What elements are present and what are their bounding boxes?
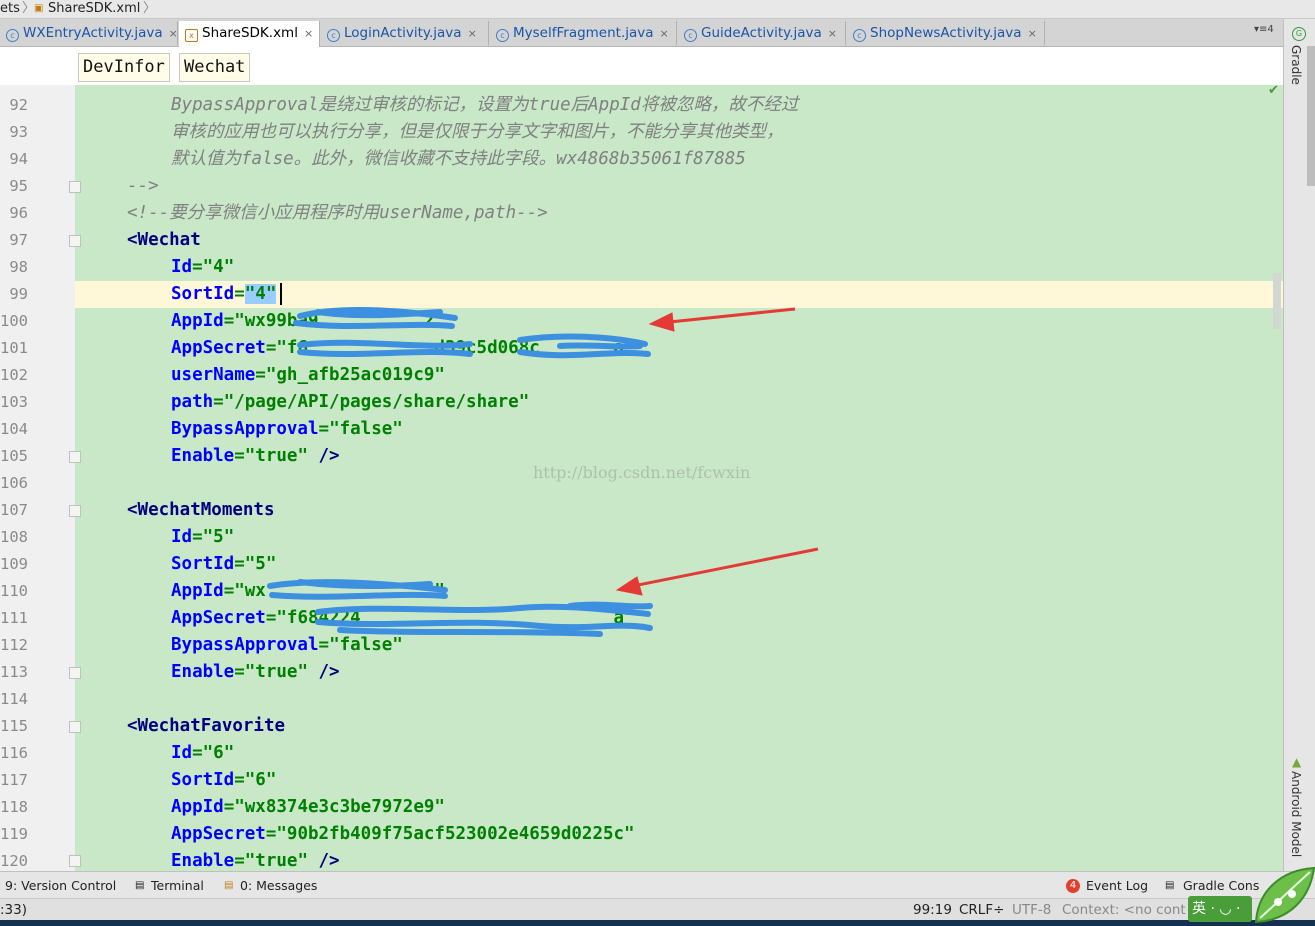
terminal-tool-button[interactable]: Terminal <box>151 872 204 899</box>
event-log-tool-button[interactable]: Event Log <box>1086 872 1148 899</box>
annotation-overlay <box>267 307 819 637</box>
editor-scroll-marker[interactable] <box>1273 273 1281 329</box>
encoding-selector[interactable]: UTF-8 <box>1012 899 1051 921</box>
red-arrow-moments-appid <box>615 547 819 596</box>
leaf-icon <box>1254 866 1315 924</box>
line-separator-selector[interactable]: CRLF÷ <box>959 899 1004 921</box>
status-bar: :33) 99:19 CRLF÷ UTF-8 Context: <no cont <box>0 898 1315 921</box>
messages-icon: ▤ <box>224 880 234 891</box>
gradle-tool-button[interactable]: Gradle <box>1289 45 1303 85</box>
gradle-console-icon: ▤ <box>1165 880 1175 891</box>
redaction-scribble-appsecret <box>297 333 651 359</box>
context-indicator: Context: <no cont <box>1062 902 1186 918</box>
android-icon: ▲ <box>1292 755 1302 769</box>
redaction-scribble-appid <box>293 307 458 329</box>
gradle-icon: G <box>1292 27 1306 41</box>
messages-tool-button[interactable]: 0: Messages <box>240 872 317 899</box>
caret-position[interactable]: 99:19 <box>913 899 952 921</box>
bottom-tool-stripe: 9: Version Control ▤ Terminal ▤ 0: Messa… <box>0 871 1315 899</box>
android-model-tool-button[interactable]: Android Model <box>1289 771 1303 857</box>
red-arrow-appid <box>648 307 796 332</box>
redaction-scribble-moments-appsecret <box>315 601 653 637</box>
event-log-badge: 4 <box>1066 879 1080 893</box>
taskbar-edge <box>0 920 1315 926</box>
redaction-scribble-moments-appid <box>267 579 448 600</box>
status-message: :33) <box>0 902 27 918</box>
vertical-scrollbar[interactable] <box>1307 46 1315 186</box>
version-control-tool-button[interactable]: 9: Version Control <box>5 872 116 899</box>
terminal-icon: ▤ <box>135 880 145 891</box>
ime-toolbar[interactable]: 英 · ◡ · <box>1188 896 1252 922</box>
